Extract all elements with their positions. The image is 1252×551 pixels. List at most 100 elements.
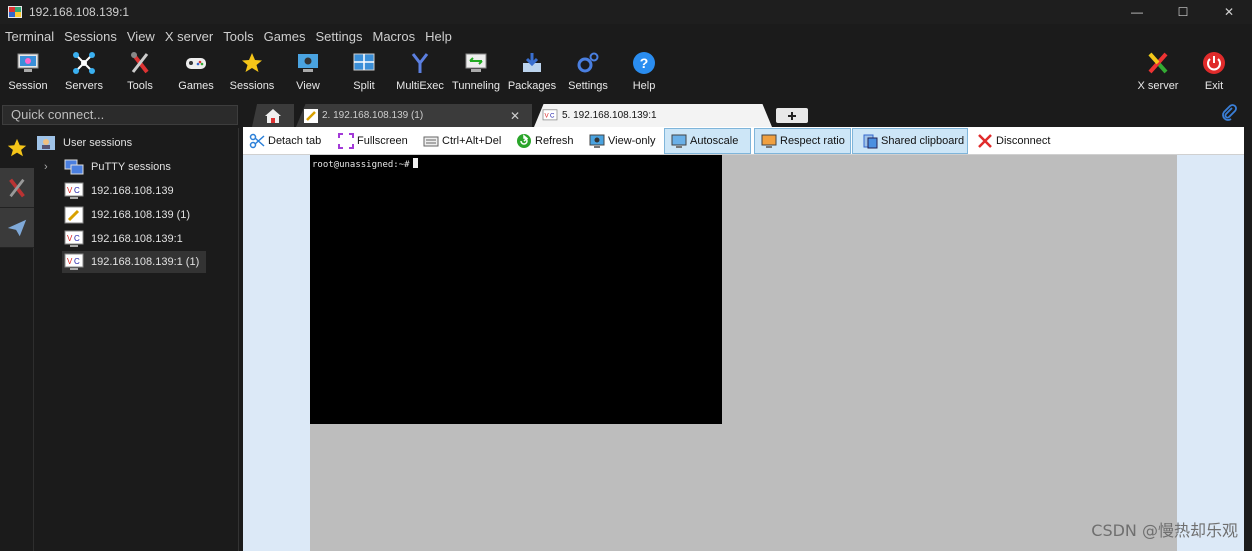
refresh-icon xyxy=(516,133,532,149)
gamepad-icon xyxy=(183,50,209,76)
vnc-icon: VC xyxy=(64,182,84,199)
menu-settings[interactable]: Settings xyxy=(311,29,368,44)
tab-session-5[interactable]: VC 5. 192.168.108.139:1 xyxy=(534,104,772,127)
star-icon xyxy=(7,138,27,157)
paperclip-icon[interactable] xyxy=(1220,104,1238,122)
view-button[interactable]: View xyxy=(280,47,336,99)
tree-item-ssh[interactable]: 192.168.108.139 (1) xyxy=(64,204,190,226)
menu-xserver[interactable]: X server xyxy=(160,29,218,44)
refresh-button[interactable]: Refresh xyxy=(516,128,574,154)
xserver-icon xyxy=(1145,50,1171,76)
remote-terminal[interactable]: root@unassigned:~# xyxy=(310,155,722,424)
games-button[interactable]: Games xyxy=(168,47,224,99)
view-only-button[interactable]: View-only xyxy=(589,128,656,154)
vnc-session-toolbar: Detach tab Fullscreen Ctrl+Alt+Del Refre… xyxy=(243,127,1244,155)
shared-clipboard-button[interactable]: Shared clipboard xyxy=(852,128,968,154)
tree-item-vnc-3[interactable]: VC 192.168.108.139:1 (1) xyxy=(62,251,206,273)
view-icon xyxy=(295,50,321,76)
help-icon: ? xyxy=(631,50,657,76)
menu-macros[interactable]: Macros xyxy=(367,29,420,44)
wrench-icon xyxy=(64,206,84,224)
tree-item-vnc-1[interactable]: VC 192.168.108.139 xyxy=(64,180,174,202)
scissors-icon xyxy=(249,133,265,149)
watermark: CSDN @慢热却乐观 xyxy=(1091,521,1238,540)
menu-games[interactable]: Games xyxy=(259,29,311,44)
split-icon xyxy=(351,50,377,76)
ratio-icon xyxy=(761,133,777,149)
disconnect-button[interactable]: Disconnect xyxy=(977,128,1050,154)
svg-text:C: C xyxy=(74,234,80,243)
settings-button[interactable]: Settings xyxy=(560,47,616,99)
exit-button[interactable]: Exit xyxy=(1186,47,1242,99)
packages-icon xyxy=(519,50,545,76)
tree-item-vnc-2[interactable]: VC 192.168.108.139:1 xyxy=(64,228,183,250)
clipboard-icon xyxy=(862,133,878,149)
svg-text:?: ? xyxy=(640,55,649,71)
close-icon xyxy=(977,133,993,149)
main-toolbar: Session Servers Tools Games Sessions Vie… xyxy=(0,47,1252,99)
tab-sessions-star[interactable] xyxy=(0,128,34,168)
window-title: 192.168.108.139:1 xyxy=(29,5,130,19)
tree-putty-sessions[interactable]: › PuTTY sessions xyxy=(44,156,171,178)
tab-tools[interactable] xyxy=(0,168,34,208)
app-icon xyxy=(8,6,22,18)
tools-icon xyxy=(9,178,25,197)
mobaxterm-window: 192.168.108.139:1 — ☐ ✕ Terminal Session… xyxy=(0,0,1252,551)
sessions-button[interactable]: Sessions xyxy=(224,47,280,99)
vnc-icon: VC xyxy=(542,108,558,120)
servers-icon xyxy=(71,50,97,76)
maximize-button[interactable]: ☐ xyxy=(1160,0,1206,24)
quick-connect-input[interactable]: Quick connect... xyxy=(2,105,238,125)
vnc-icon: VC xyxy=(64,230,84,247)
tunneling-button[interactable]: Tunneling xyxy=(448,47,504,99)
new-tab-button[interactable] xyxy=(776,108,808,123)
sidebar: User sessions › PuTTY sessions VC 192.16… xyxy=(0,128,239,551)
tab-session-2[interactable]: 2. 192.168.108.139 (1) ✕ xyxy=(296,104,532,127)
plus-icon xyxy=(788,111,796,120)
ctrl-alt-del-button[interactable]: Ctrl+Alt+Del xyxy=(423,128,501,154)
xserver-button[interactable]: X server xyxy=(1130,47,1186,99)
help-button[interactable]: ? Help xyxy=(616,47,672,99)
split-button[interactable]: Split xyxy=(336,47,392,99)
terminal-prompt: root@unassigned:~# xyxy=(312,158,418,170)
packages-button[interactable]: Packages xyxy=(504,47,560,99)
chevron-right-icon: › xyxy=(44,161,48,173)
menu-sessions[interactable]: Sessions xyxy=(59,29,122,44)
svg-text:C: C xyxy=(550,112,555,119)
minimize-button[interactable]: — xyxy=(1114,0,1160,24)
multiexec-button[interactable]: MultiExec xyxy=(392,47,448,99)
menu-tools[interactable]: Tools xyxy=(218,29,258,44)
gear-icon xyxy=(575,50,601,76)
menu-view[interactable]: View xyxy=(122,29,160,44)
terminal-cursor xyxy=(412,158,418,168)
star-icon xyxy=(239,50,265,76)
autoscale-button[interactable]: Autoscale xyxy=(664,128,751,154)
vnc-icon: VC xyxy=(64,253,84,270)
tunneling-icon xyxy=(463,50,489,76)
tab-home[interactable] xyxy=(252,104,294,127)
fullscreen-icon xyxy=(338,133,354,149)
monitor-icon xyxy=(589,133,605,149)
detach-tab-button[interactable]: Detach tab xyxy=(249,128,321,154)
user-folder-icon xyxy=(37,136,55,150)
putty-icon xyxy=(64,159,84,175)
tab-bar: 2. 192.168.108.139 (1) ✕ VC 5. 192.168.1… xyxy=(240,101,1252,127)
close-window-button[interactable]: ✕ xyxy=(1206,0,1252,24)
tree-user-sessions[interactable]: User sessions xyxy=(36,132,132,154)
respect-ratio-button[interactable]: Respect ratio xyxy=(754,128,851,154)
tools-button[interactable]: Tools xyxy=(112,47,168,99)
menu-terminal[interactable]: Terminal xyxy=(0,29,59,44)
power-icon xyxy=(1201,50,1227,76)
tab-sftp[interactable] xyxy=(0,208,34,248)
fullscreen-button[interactable]: Fullscreen xyxy=(338,128,408,154)
servers-button[interactable]: Servers xyxy=(56,47,112,99)
vnc-viewer[interactable]: root@unassigned:~# xyxy=(243,155,1244,551)
tab-close-icon[interactable]: ✕ xyxy=(510,109,520,123)
send-icon xyxy=(7,219,27,236)
svg-text:V: V xyxy=(67,257,73,266)
session-button[interactable]: Session xyxy=(0,47,56,99)
title-bar: 192.168.108.139:1 — ☐ ✕ xyxy=(0,0,1252,24)
multiexec-icon xyxy=(407,50,433,76)
menu-help[interactable]: Help xyxy=(420,29,457,44)
menu-bar: Terminal Sessions View X server Tools Ga… xyxy=(0,26,457,46)
